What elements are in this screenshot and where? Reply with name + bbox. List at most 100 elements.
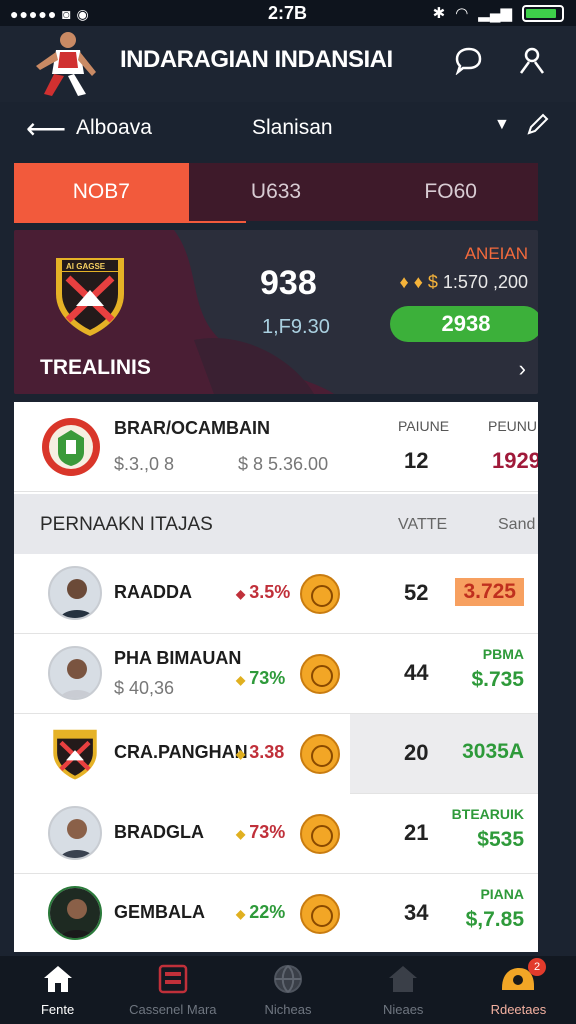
section-selector[interactable]: Slanisan [252, 116, 333, 140]
change-value: ◆ 22% [236, 902, 285, 923]
team-card[interactable]: AI GAGSE TREALINIS 938 1,F9.30 ANEIAN ♦ … [14, 230, 538, 394]
change-pct: 3.38 [249, 742, 285, 762]
score-value: 3.725 [455, 578, 524, 606]
nav-clubs[interactable]: Nieaes [346, 956, 461, 1024]
coin-icon [300, 654, 340, 694]
score-label: PIANA [480, 886, 524, 902]
team-pill-button[interactable]: 2938 [390, 306, 538, 342]
stat-value: 44 [404, 660, 429, 685]
team-right-value: ♦ ♦ $ 1:570 ,200 [400, 272, 528, 293]
list-item[interactable]: PHA BIMAUAN $ 40,36 ◆ 73% 44 PBMA $.735 [14, 634, 538, 714]
score-value: $535 [477, 828, 524, 851]
section-col1[interactable]: VATTE [398, 516, 447, 534]
stat-value: 34 [404, 900, 429, 925]
team-score: 938 [260, 264, 317, 302]
change-value: ◆ 73% [236, 822, 285, 843]
tab-fo60[interactable]: FO60 [363, 163, 538, 221]
nav-label: Cassenel Mara [129, 1002, 217, 1017]
avatar [48, 566, 102, 620]
summary-title: BRAR/OCAMBAIN [114, 418, 270, 438]
coin-icon [300, 574, 340, 614]
signal-dots-icon: ●●●●● ◙ ◉ [10, 6, 90, 22]
player-logo-icon [36, 32, 96, 96]
score-label: BTEARUIK [451, 806, 524, 822]
coin-icon [300, 894, 340, 934]
summary-col2-value: 1929 [492, 448, 538, 473]
ranking-panel: BRAR/OCAMBAIN $.3.,0 8 $ 8 5.36.00 PAIUN… [14, 402, 538, 952]
summary-col2-header: PEUNUE [488, 418, 538, 434]
section-header: PERNAAKN ITAJAS VATTE Sand [14, 494, 538, 554]
nav-news[interactable]: Nicheas [230, 956, 345, 1024]
chevron-right-icon[interactable]: › [519, 356, 526, 382]
team-right-amount: 1:570 ,200 [442, 272, 528, 292]
tab-u633[interactable]: U633 [189, 163, 364, 221]
back-arrow-icon[interactable]: ⟵ [26, 112, 66, 145]
crest-text: AI GAGSE [66, 262, 106, 271]
player-name: PHA BIMAUAN [114, 648, 242, 668]
player-name: CRA.PANGHAN [114, 742, 248, 762]
summary-row[interactable]: BRAR/OCAMBAIN $.3.,0 8 $ 8 5.36.00 PAIUN… [14, 402, 538, 492]
trend-down-icon: ◆ [236, 587, 246, 601]
stat-value: 52 [404, 580, 429, 605]
tab-indicator [14, 221, 246, 223]
wifi-icon: ◠ [455, 5, 469, 22]
clock: 2:7B [268, 3, 308, 23]
coin-arrow-icon: ♦ ♦ $ [399, 272, 443, 292]
nav-home[interactable]: Fente [0, 956, 115, 1024]
score-value: $,7.85 [465, 908, 524, 931]
coin-icon [300, 734, 340, 774]
summary-col1-header: PAIUNE [398, 418, 450, 434]
team-name: TREALINIS [40, 356, 151, 379]
nav-label: Nicheas [264, 1002, 312, 1017]
nav-label: Fente [40, 1002, 75, 1017]
avatar [48, 806, 102, 860]
chevron-down-icon[interactable]: ▼ [494, 116, 510, 134]
app-title: INDARAGIAN INDANSIAI [120, 46, 393, 73]
score-label: PBMA [482, 646, 524, 662]
avatar [48, 886, 102, 940]
section-col2[interactable]: Sand [498, 516, 535, 534]
status-bar: ●●●●● ◙ ◉ 2:7B ✱ ◠ ▂▄▆ [0, 0, 576, 26]
sub-nav: ⟵ Alboava Slanisan ▼ [0, 102, 576, 154]
section-title: PERNAAKN ITAJAS [40, 514, 213, 535]
profile-button[interactable] [514, 42, 550, 78]
app-header: INDARAGIAN INDANSIAI [0, 26, 576, 102]
nav-calendar[interactable]: Cassenel Mara [115, 956, 230, 1024]
edit-icon[interactable] [524, 112, 550, 138]
cell-signal-icon: ▂▄▆ [478, 5, 512, 22]
player-name: GEMBALA [114, 902, 205, 922]
club-badge-icon [42, 418, 100, 476]
summary-value-1: $.3.,0 8 [114, 454, 175, 474]
trend-up-icon: ◆ [236, 673, 246, 687]
team-crest-icon [53, 729, 97, 780]
list-item[interactable]: BRADGLA ◆ 73% 21 BTEARUIK $535 [14, 794, 538, 874]
battery-icon [522, 4, 564, 22]
tab-bar: NOB7 U633 FO60 [14, 163, 538, 223]
score-value: 3035A [462, 740, 524, 763]
list-item[interactable]: CRA.PANGHAN ◆ 3.38 20 3035A [14, 714, 538, 794]
chat-button[interactable] [450, 42, 486, 78]
player-price: $ 40,36 [114, 678, 175, 698]
back-label[interactable]: Alboava [76, 116, 152, 140]
team-right-label: ANEIAN [464, 244, 528, 263]
change-pct: 3.5% [249, 582, 291, 602]
stat-value: 20 [404, 740, 429, 765]
nav-label: Rdeetaes [490, 1002, 547, 1017]
trend-up-icon: ◆ [236, 907, 246, 921]
change-value: ◆ 3.5% [236, 582, 290, 603]
change-value: ◆ 3.38 [236, 742, 284, 763]
globe-icon [274, 965, 302, 993]
team-sub-value: 1,F9.30 [262, 316, 330, 338]
summary-col1-value: 12 [404, 448, 429, 473]
nav-rewards[interactable]: 2 Rdeetaes [461, 956, 576, 1024]
tab-nob7[interactable]: NOB7 [14, 163, 189, 221]
change-pct: 73% [249, 668, 286, 688]
chat-icon [455, 47, 482, 75]
calendar-icon [158, 964, 188, 994]
change-value: ◆ 73% [236, 668, 285, 689]
score-value: $.735 [471, 668, 524, 691]
list-item[interactable]: RAADDA ◆ 3.5% 52 3.725 [14, 554, 538, 634]
bluetooth-icon: ✱ [432, 5, 446, 22]
house-icon [389, 966, 418, 992]
list-item[interactable]: GEMBALA ◆ 22% 34 PIANA $,7.85 [14, 874, 538, 952]
